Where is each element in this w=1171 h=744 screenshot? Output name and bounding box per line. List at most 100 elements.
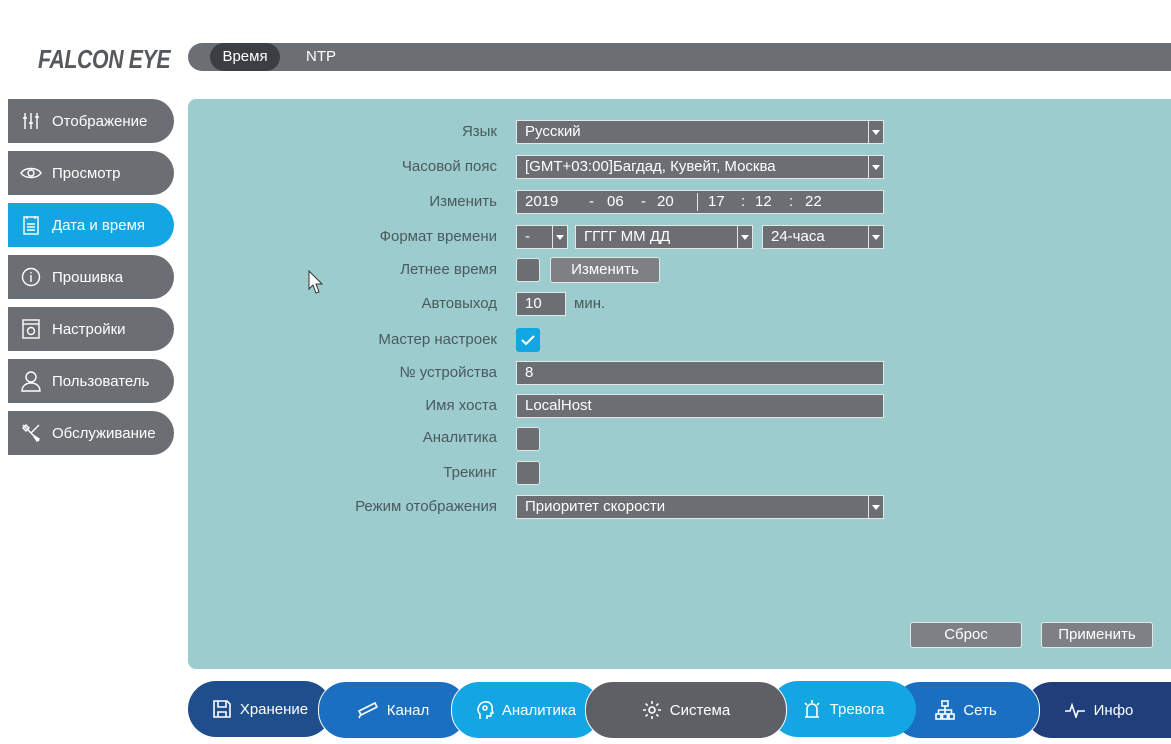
dst-change-button[interactable]: Изменить: [550, 257, 660, 283]
hour-format-value: 24-часа: [771, 228, 825, 245]
sidebar-item-label: Обслуживание: [52, 424, 156, 442]
nav-info[interactable]: Инфо: [1024, 681, 1171, 739]
nav-label: Хранение: [239, 700, 309, 718]
sidebar-item-user[interactable]: Пользователь: [8, 359, 174, 403]
time-separator: :: [741, 193, 746, 210]
brand-logo: FALCON EYE: [38, 44, 171, 74]
user-icon: [20, 370, 42, 392]
nav-alarm[interactable]: Тревога: [770, 681, 916, 737]
gear-icon: [642, 701, 661, 719]
sidebar-item-settings[interactable]: Настройки: [8, 307, 174, 351]
month-field[interactable]: 06: [607, 191, 624, 213]
tab-ntp[interactable]: NTP: [306, 43, 336, 71]
display-mode-label: Режим отображения: [355, 498, 497, 515]
language-label: Язык: [461, 123, 497, 140]
tab-time[interactable]: Время: [210, 43, 280, 71]
sidebar-item-label: Настройки: [52, 320, 126, 338]
hour-field[interactable]: 17: [708, 191, 725, 213]
separator-select[interactable]: -: [516, 225, 568, 249]
nav-label: Система: [669, 701, 731, 719]
sidebar-item-label: Пользователь: [52, 372, 150, 390]
dst-label: Летнее время: [400, 261, 497, 278]
apply-button[interactable]: Применить: [1041, 622, 1153, 648]
check-icon: [521, 335, 535, 346]
change-label: Изменить: [429, 193, 497, 210]
wizard-checkbox[interactable]: [516, 328, 540, 352]
timezone-label: Часовой пояс: [401, 158, 497, 175]
chevron-down-icon: [872, 505, 880, 510]
eye-icon: [20, 162, 42, 184]
mouse-cursor-icon: [308, 270, 324, 294]
nav-system[interactable]: Система: [585, 681, 787, 739]
date-format-select[interactable]: ГГГГ ММ ДД: [575, 225, 753, 249]
display-mode-value: Приоритет скорости: [525, 498, 666, 515]
auto-logout-unit: мин.: [574, 295, 606, 312]
tracking-checkbox[interactable]: [516, 461, 540, 485]
auto-logout-label: Автовыход: [421, 295, 497, 312]
settings-panel: Язык Русский Часовой пояс [GMT+03:00]Баг…: [188, 99, 1171, 669]
calendar-icon: [20, 214, 42, 236]
sidebar-item-datetime[interactable]: Дата и время: [8, 203, 174, 247]
language-select[interactable]: Русский: [516, 120, 884, 144]
network-icon: [935, 700, 956, 720]
nav-analytics[interactable]: Аналитика: [451, 681, 601, 739]
nav-label: Канал: [386, 701, 430, 719]
chevron-down-icon: [741, 235, 749, 240]
reset-button[interactable]: Сброс: [910, 622, 1022, 648]
timezone-value: [GMT+03:00]Багдад, Кувейт, Москва: [525, 158, 776, 175]
info-icon: [20, 266, 42, 288]
divider: [697, 193, 698, 211]
sidebar-item-preview[interactable]: Просмотр: [8, 151, 174, 195]
camera-icon: [357, 701, 378, 719]
sidebar-item-label: Просмотр: [52, 164, 121, 182]
chevron-down-icon: [872, 130, 880, 135]
display-mode-select[interactable]: Приоритет скорости: [516, 495, 884, 519]
sidebar-item-label: Прошивка: [52, 268, 124, 286]
nav-label: Аналитика: [501, 701, 577, 719]
tracking-label: Трекинг: [443, 464, 497, 481]
chevron-down-icon: [872, 165, 880, 170]
chevron-down-icon: [556, 235, 564, 240]
dst-checkbox[interactable]: [516, 258, 540, 282]
separator-value: -: [525, 228, 530, 245]
time-separator: :: [789, 193, 794, 210]
sidebar-item-firmware[interactable]: Прошивка: [8, 255, 174, 299]
analytics-checkbox[interactable]: [516, 427, 540, 451]
timezone-select[interactable]: [GMT+03:00]Багдад, Кувейт, Москва: [516, 155, 884, 179]
sidebar-item-label: Отображение: [52, 112, 148, 130]
pulse-icon: [1064, 702, 1085, 718]
hostname-label: Имя хоста: [425, 397, 497, 414]
sliders-icon: [20, 110, 42, 132]
save-icon: [213, 700, 231, 718]
settings-file-icon: [20, 318, 42, 340]
second-field[interactable]: 22: [805, 191, 822, 213]
top-tab-bar: Время NTP: [188, 43, 1171, 71]
minute-field[interactable]: 12: [755, 191, 772, 213]
sidebar-item-display[interactable]: Отображение: [8, 99, 174, 143]
analytics-label: Аналитика: [422, 429, 497, 446]
hostname-input[interactable]: LocalHost: [516, 394, 884, 418]
nav-channel[interactable]: Канал: [318, 681, 468, 739]
datetime-input[interactable]: 2019 - 06 - 20 17 : 12 : 22: [516, 190, 884, 214]
auto-logout-input[interactable]: 10: [516, 292, 566, 316]
nav-label: Инфо: [1093, 701, 1134, 719]
tools-icon: [20, 422, 42, 444]
time-format-label: Формат времени: [379, 228, 497, 245]
date-format-value: ГГГГ ММ ДД: [584, 228, 671, 245]
alarm-icon: [804, 700, 820, 718]
date-separator: -: [641, 193, 646, 210]
chevron-down-icon: [872, 235, 880, 240]
nav-storage[interactable]: Хранение: [188, 681, 332, 737]
year-field[interactable]: 2019: [525, 191, 558, 213]
sidebar-item-maintenance[interactable]: Обслуживание: [8, 411, 174, 455]
sidebar-item-label: Дата и время: [52, 216, 146, 234]
date-separator: -: [589, 193, 594, 210]
hour-format-select[interactable]: 24-часа: [762, 225, 884, 249]
device-no-label: № устройства: [399, 364, 497, 381]
day-field[interactable]: 20: [657, 191, 674, 213]
language-value: Русский: [525, 123, 581, 140]
nav-label: Тревога: [829, 700, 885, 718]
device-no-input[interactable]: 8: [516, 361, 884, 385]
nav-label: Сеть: [963, 701, 997, 719]
wizard-label: Мастер настроек: [378, 331, 497, 348]
